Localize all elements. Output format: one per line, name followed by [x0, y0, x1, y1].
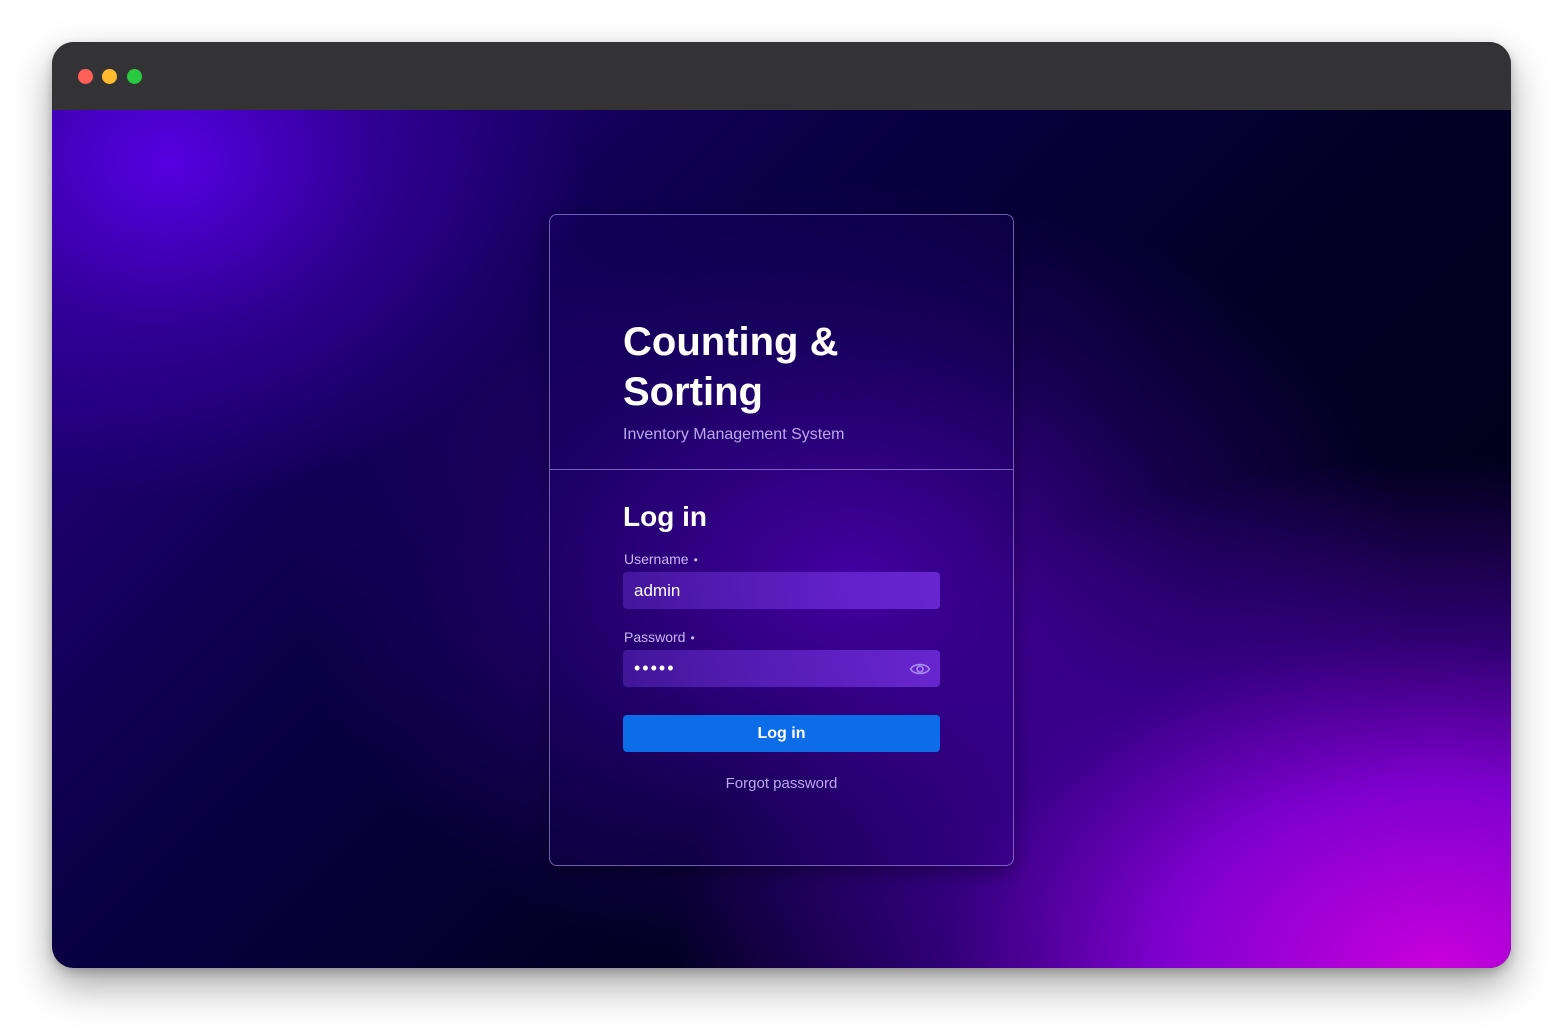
forgot-password-link[interactable]: Forgot password: [623, 775, 940, 793]
password-input[interactable]: [623, 650, 940, 687]
login-card: Counting & Sorting Inventory Management …: [549, 214, 1014, 866]
app-title: Counting & Sorting: [623, 320, 839, 414]
app-subtitle: Inventory Management System: [623, 426, 845, 443]
password-label: Password •: [624, 628, 695, 647]
password-label-text: Password: [624, 629, 686, 645]
close-window-button[interactable]: [78, 69, 93, 84]
eye-icon[interactable]: [909, 659, 931, 679]
username-label-text: Username: [624, 551, 689, 567]
username-label: Username •: [624, 550, 698, 569]
page-background: Counting & Sorting Inventory Management …: [52, 110, 1511, 968]
minimize-window-button[interactable]: [102, 69, 117, 84]
card-header: Counting & Sorting Inventory Management …: [550, 215, 1013, 470]
login-button[interactable]: Log in: [623, 715, 940, 752]
login-heading: Log in: [623, 501, 707, 532]
maximize-window-button[interactable]: [127, 69, 142, 84]
required-marker: •: [690, 631, 695, 645]
browser-window: Counting & Sorting Inventory Management …: [52, 42, 1511, 968]
window-titlebar: [52, 42, 1511, 110]
username-input[interactable]: [623, 572, 940, 609]
required-marker: •: [693, 553, 698, 567]
